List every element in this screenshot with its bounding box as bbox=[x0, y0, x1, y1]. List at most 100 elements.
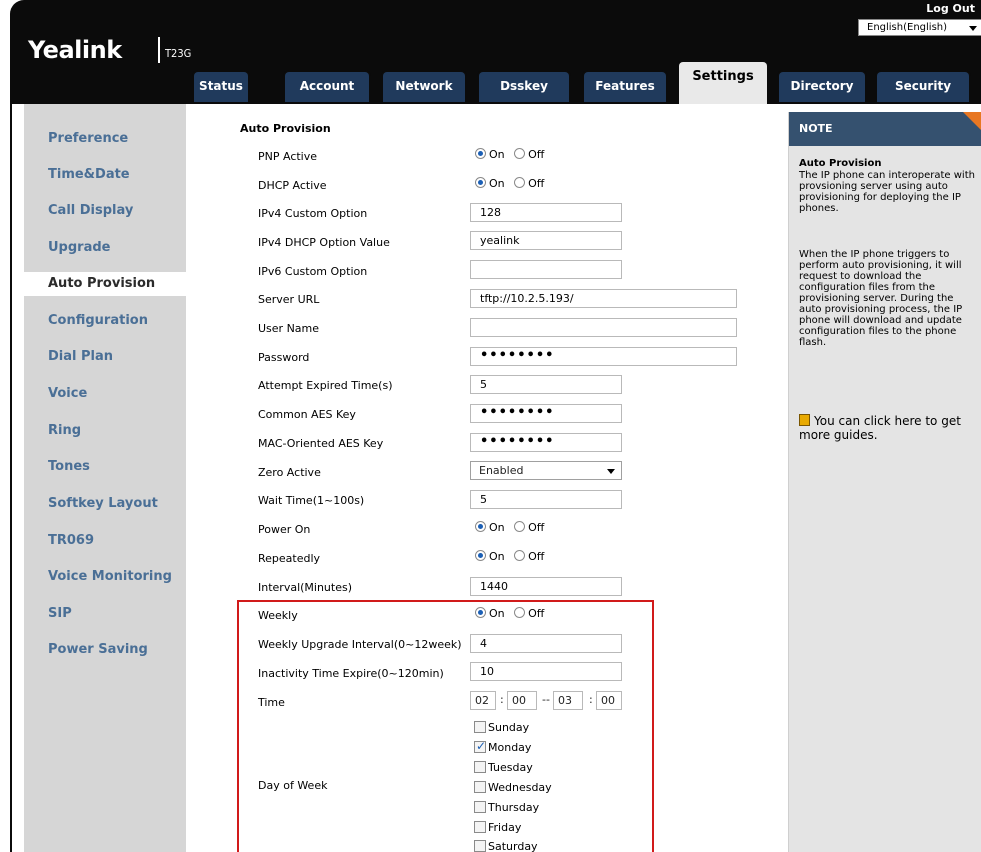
server-url-label: Server URL bbox=[258, 293, 320, 306]
ipv6-custom-option-input[interactable] bbox=[470, 260, 622, 279]
mac-oriented-aes-key-label: MAC-Oriented AES Key bbox=[258, 437, 384, 450]
wednesday-checkbox[interactable] bbox=[474, 781, 486, 793]
zero-active-label: Zero Active bbox=[258, 466, 321, 479]
interval-input[interactable]: 1440 bbox=[470, 577, 622, 596]
wait-time-input[interactable]: 5 bbox=[470, 490, 622, 509]
time-label: Time bbox=[258, 696, 285, 709]
left-frame-line bbox=[10, 104, 12, 852]
sidebar-item-preference[interactable]: Preference bbox=[48, 131, 128, 146]
tab-account[interactable]: Account bbox=[283, 70, 371, 102]
sunday-checkbox[interactable] bbox=[474, 721, 486, 733]
zero-active-value: Enabled bbox=[479, 464, 524, 477]
ipv4-custom-option-input[interactable]: 128 bbox=[470, 203, 622, 222]
sidebar-item-tr069[interactable]: TR069 bbox=[48, 533, 94, 548]
radio-off-label: Off bbox=[528, 607, 545, 620]
day-wednesday: Wednesday bbox=[474, 781, 552, 794]
day-of-week-label: Day of Week bbox=[258, 779, 328, 792]
radio-on-label: On bbox=[489, 550, 505, 563]
sidebar-item-configuration[interactable]: Configuration bbox=[48, 313, 148, 328]
note-guide-link[interactable]: You can click here to get more guides. bbox=[799, 414, 979, 442]
friday-label: Friday bbox=[488, 821, 522, 834]
thursday-label: Thursday bbox=[488, 801, 540, 814]
model-label: T23G bbox=[165, 47, 192, 60]
friday-checkbox[interactable] bbox=[474, 821, 486, 833]
note-paragraph-2: When the IP phone triggers to perform au… bbox=[799, 249, 963, 348]
common-aes-key-input[interactable]: •••••••• bbox=[470, 404, 622, 423]
attempt-expired-time-input[interactable]: 5 bbox=[470, 375, 622, 394]
radio-off-label: Off bbox=[528, 148, 545, 161]
weekly-off-radio[interactable] bbox=[514, 607, 526, 618]
password-label: Password bbox=[258, 351, 310, 364]
sidebar-item-sip[interactable]: SIP bbox=[48, 606, 72, 621]
day-tuesday: Tuesday bbox=[474, 761, 533, 774]
password-input[interactable]: •••••••• bbox=[470, 347, 737, 366]
sidebar-item-auto-provision[interactable]: Auto Provision bbox=[24, 272, 186, 296]
common-aes-key-label: Common AES Key bbox=[258, 408, 356, 421]
user-name-label: User Name bbox=[258, 322, 320, 335]
yealink-logo: Yealink bbox=[28, 36, 122, 64]
note-paragraph-1: The IP phone can interoperate with provs… bbox=[799, 170, 975, 214]
dhcp-active-on-radio[interactable] bbox=[475, 177, 486, 188]
user-name-input[interactable] bbox=[470, 318, 737, 337]
power-on-off-radio[interactable] bbox=[514, 521, 526, 532]
sidebar-item-power-saving[interactable]: Power Saving bbox=[48, 642, 148, 657]
radio-on-label: On bbox=[489, 177, 505, 190]
time-start-hour-input[interactable]: 02 bbox=[470, 691, 496, 710]
server-url-input[interactable]: tftp://10.2.5.193/ bbox=[470, 289, 737, 308]
sidebar-item-upgrade[interactable]: Upgrade bbox=[48, 240, 110, 255]
repeatedly-off-radio[interactable] bbox=[514, 550, 526, 561]
saturday-checkbox[interactable] bbox=[474, 840, 486, 852]
time-start-minute-input[interactable]: 00 bbox=[507, 691, 537, 710]
ipv4-dhcp-option-value-input[interactable]: yealink bbox=[470, 231, 622, 250]
sidebar-item-tones[interactable]: Tones bbox=[48, 459, 90, 474]
radio-on-label: On bbox=[489, 607, 505, 620]
tab-settings[interactable]: Settings bbox=[677, 60, 769, 104]
thursday-checkbox[interactable] bbox=[474, 801, 486, 813]
radio-off-label: Off bbox=[528, 550, 545, 563]
pnp-active-on-radio[interactable] bbox=[475, 148, 486, 159]
tab-network[interactable]: Network bbox=[381, 70, 467, 102]
pnp-active-off-radio[interactable] bbox=[514, 148, 526, 159]
radio-on-label: On bbox=[489, 148, 505, 161]
sidebar-item-softkey-layout[interactable]: Softkey Layout bbox=[48, 496, 158, 511]
wait-time-label: Wait Time(1~100s) bbox=[258, 494, 365, 507]
note-panel: NOTE Auto Provision The IP phone can int… bbox=[788, 112, 981, 852]
sidebar-item-call-display[interactable]: Call Display bbox=[48, 203, 133, 218]
tuesday-checkbox[interactable] bbox=[474, 761, 486, 773]
sidebar-item-voice-monitoring[interactable]: Voice Monitoring bbox=[48, 569, 172, 584]
pnp-active-label: PNP Active bbox=[258, 150, 318, 163]
book-icon bbox=[799, 414, 810, 426]
chevron-down-icon bbox=[607, 469, 615, 474]
time-end-hour-input[interactable]: 03 bbox=[553, 691, 583, 710]
tab-security[interactable]: Security bbox=[875, 70, 971, 102]
sidebar-item-voice[interactable]: Voice bbox=[48, 386, 87, 401]
mac-oriented-aes-key-input[interactable]: •••••••• bbox=[470, 433, 622, 452]
section-title: Auto Provision bbox=[240, 122, 331, 135]
tab-features[interactable]: Features bbox=[582, 70, 668, 102]
ipv6-custom-option-label: IPv6 Custom Option bbox=[258, 265, 368, 278]
time-colon: : bbox=[500, 693, 504, 706]
tab-status[interactable]: Status bbox=[192, 70, 250, 102]
monday-checkbox[interactable] bbox=[474, 739, 486, 753]
inactivity-time-expire-input[interactable]: 10 bbox=[470, 662, 622, 681]
repeatedly-on-radio[interactable] bbox=[475, 550, 486, 561]
sidebar-item-ring[interactable]: Ring bbox=[48, 423, 81, 438]
weekly-label: Weekly bbox=[258, 609, 298, 622]
dhcp-active-off-radio[interactable] bbox=[514, 177, 526, 188]
language-select[interactable]: English(English) bbox=[858, 19, 981, 36]
tab-directory[interactable]: Directory bbox=[777, 70, 867, 102]
sidebar-item-dial-plan[interactable]: Dial Plan bbox=[48, 349, 113, 364]
note-header: NOTE bbox=[789, 112, 981, 146]
logout-link[interactable]: Log Out bbox=[926, 2, 975, 15]
weekly-upgrade-interval-input[interactable]: 4 bbox=[470, 634, 622, 653]
dhcp-active-radio-group: On Off bbox=[475, 177, 544, 190]
monday-label: Monday bbox=[488, 741, 532, 754]
day-friday: Friday bbox=[474, 821, 521, 834]
time-end-minute-input[interactable]: 00 bbox=[596, 691, 622, 710]
tab-dsskey[interactable]: Dsskey bbox=[477, 70, 571, 102]
note-guide-text: You can click here to get more guides. bbox=[799, 414, 961, 442]
zero-active-select[interactable]: Enabled bbox=[470, 461, 622, 480]
sidebar-item-time-date[interactable]: Time&Date bbox=[48, 167, 130, 182]
power-on-on-radio[interactable] bbox=[475, 521, 486, 532]
weekly-on-radio[interactable] bbox=[475, 607, 486, 618]
